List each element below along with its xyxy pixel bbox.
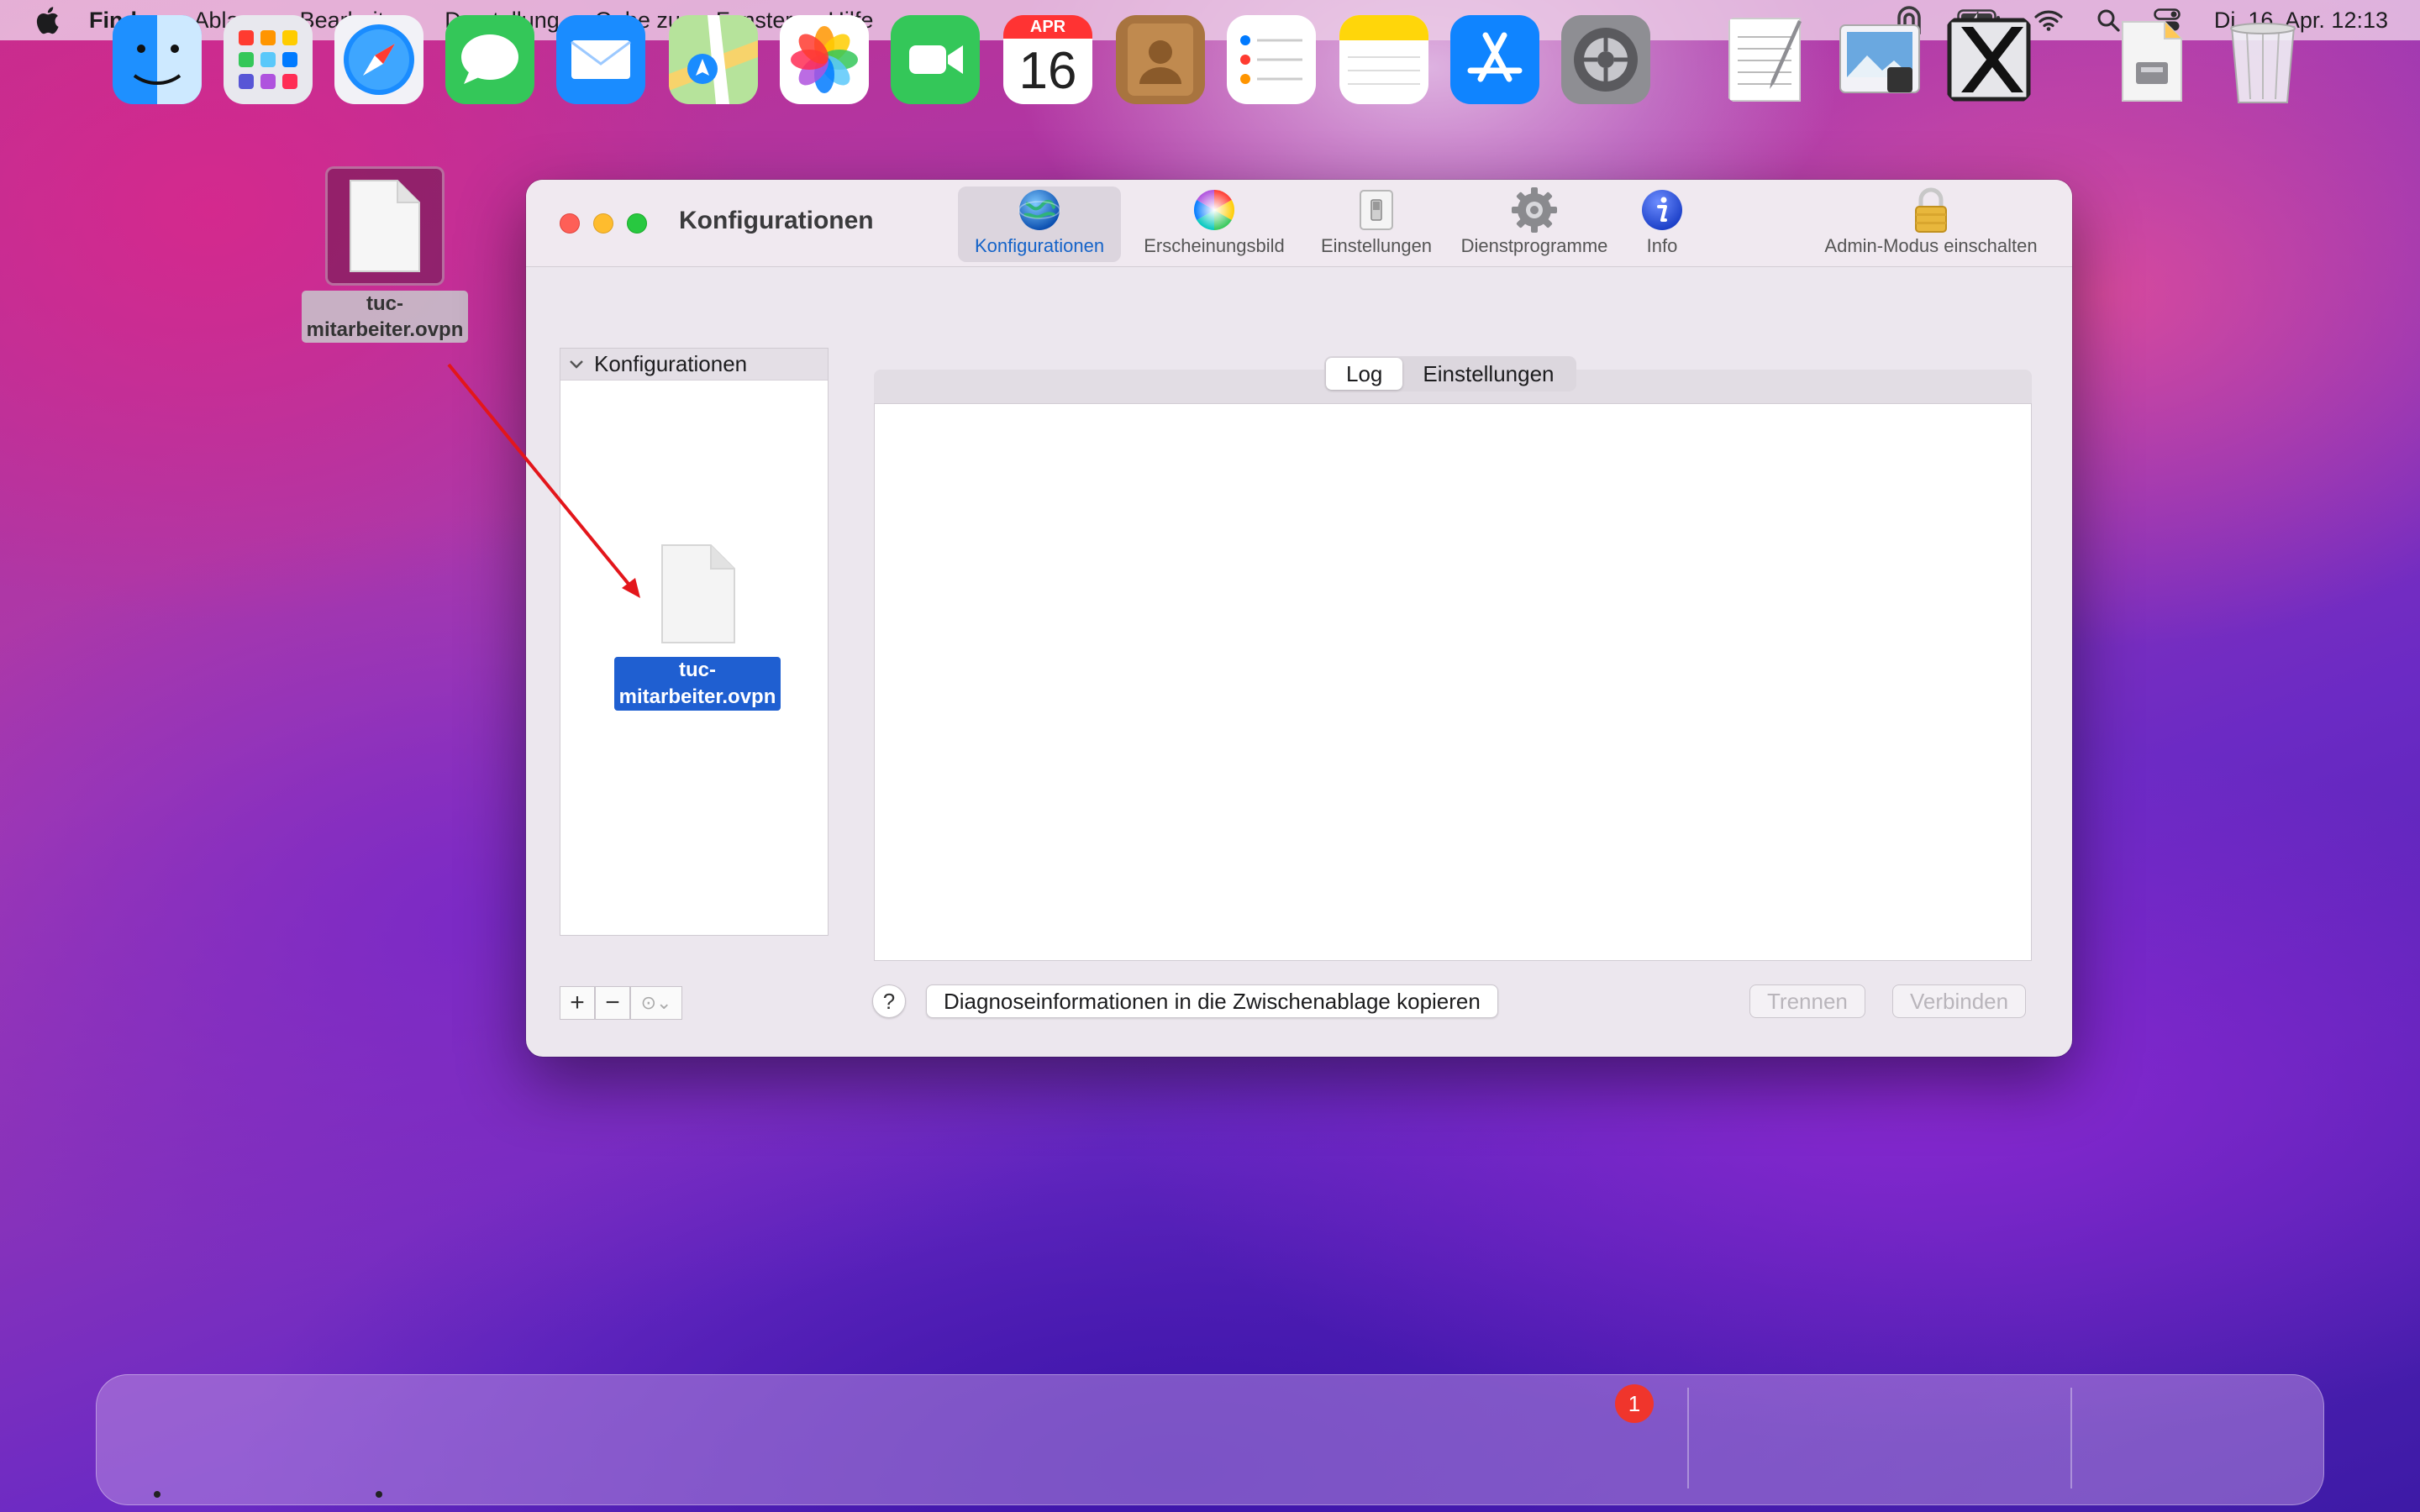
textedit-icon[interactable] [1723,15,1812,104]
toolbar-erscheinungsbild-button[interactable]: Erscheinungsbild [1128,186,1301,262]
apple-menu-icon[interactable] [27,0,67,40]
add-configuration-button[interactable]: + [560,986,595,1020]
maps-icon[interactable] [669,15,758,104]
calendar-month: APR [1003,15,1092,39]
gear-icon [1447,186,1622,234]
log-settings-segmented-control[interactable]: Log Einstellungen [1324,356,1576,391]
toolbar-admin-mode-button[interactable]: Admin-Modus einschalten [1803,186,2059,262]
reminders-icon[interactable] [1227,15,1316,104]
mail-icon[interactable] [556,15,645,104]
messages-icon[interactable] [445,15,534,104]
system-preferences-icon[interactable] [1561,15,1650,104]
configuration-actions-menu-button[interactable]: ⊙⌄ [630,986,682,1020]
photos-icon[interactable] [780,15,869,104]
disconnect-button[interactable]: Trennen [1749,984,1865,1018]
switch-icon [1302,186,1450,234]
desktop-file-icon[interactable]: tuc- mitarbeiter.ovpn [292,166,477,343]
window-minimize-button[interactable] [593,213,613,234]
configurations-group-header[interactable]: Konfigurationen [560,349,828,381]
facetime-icon[interactable] [891,15,980,104]
toolbar-konfigurationen-label: Konfigurationen [974,235,1105,256]
document-icon [325,166,445,286]
chevron-down-icon[interactable] [569,360,584,370]
window-close-button[interactable] [560,213,580,234]
dragged-file-icon[interactable]: tuc- mitarbeiter.ovpn [597,542,798,711]
app-store-icon[interactable] [1450,15,1539,104]
dragged-file-label: tuc- mitarbeiter.ovpn [613,657,781,711]
toolbar-admin-mode-label: Admin-Modus einschalten [1824,235,2038,256]
desktop-file-label: tuc- mitarbeiter.ovpn [301,291,469,343]
wifi-icon[interactable] [2034,0,2063,40]
toolbar-einstellungen-label: Einstellungen [1320,235,1433,256]
sidebar-controls: + − ⊙⌄ [560,986,682,1020]
help-button[interactable]: ? [872,984,906,1018]
toolbar-info-button[interactable]: Info [1618,186,1706,262]
x11-icon[interactable] [1944,15,2033,104]
safari-running-indicator [376,1491,382,1498]
tab-log[interactable]: Log [1326,358,1403,390]
copy-diagnostics-button[interactable]: Diagnoseinformationen in die Zwischenabl… [926,984,1498,1018]
contacts-icon[interactable] [1116,15,1205,104]
finder-icon[interactable] [113,15,202,104]
toolbar-info-label: Info [1646,235,1678,256]
dock-separator [2070,1388,2072,1488]
preview-icon[interactable] [1835,15,1924,104]
window-zoom-button[interactable] [627,213,647,234]
lock-icon [1803,186,2059,234]
trash-icon[interactable] [2218,15,2307,104]
dock [96,1374,2324,1505]
log-text-area[interactable] [874,403,2032,961]
notes-icon[interactable] [1339,15,1428,104]
tab-einstellungen[interactable]: Einstellungen [1402,358,1574,390]
window-titlebar: Konfigurationen Konfigurationen Erschein… [526,180,2072,267]
toolbar-dienstprogramme-button[interactable]: Dienstprogramme [1447,186,1622,262]
calendar-icon[interactable]: APR 16 [1003,15,1092,104]
downloads-icon[interactable] [2107,15,2196,104]
calendar-day: 16 [1003,39,1092,104]
toolbar-konfigurationen-button[interactable]: Konfigurationen [958,186,1121,262]
connect-button[interactable]: Verbinden [1892,984,2027,1018]
toolbar-einstellungen-button[interactable]: Einstellungen [1302,186,1450,262]
remove-configuration-button[interactable]: − [595,986,630,1020]
window-title: Konfigurationen [679,207,874,234]
safari-icon[interactable] [334,15,424,104]
toolbar-erscheinungsbild-label: Erscheinungsbild [1144,235,1285,256]
launchpad-icon[interactable] [224,15,313,104]
configurations-group-label: Konfigurationen [594,351,748,376]
dock-separator [1687,1388,1689,1488]
finder-running-indicator [154,1491,160,1498]
info-icon [1618,186,1706,234]
system-preferences-badge: 1 [1615,1384,1654,1423]
color-wheel-icon [1128,186,1301,234]
toolbar-dienstprogramme-label: Dienstprogramme [1460,235,1608,256]
document-icon [597,542,798,650]
globe-icon [958,186,1121,234]
